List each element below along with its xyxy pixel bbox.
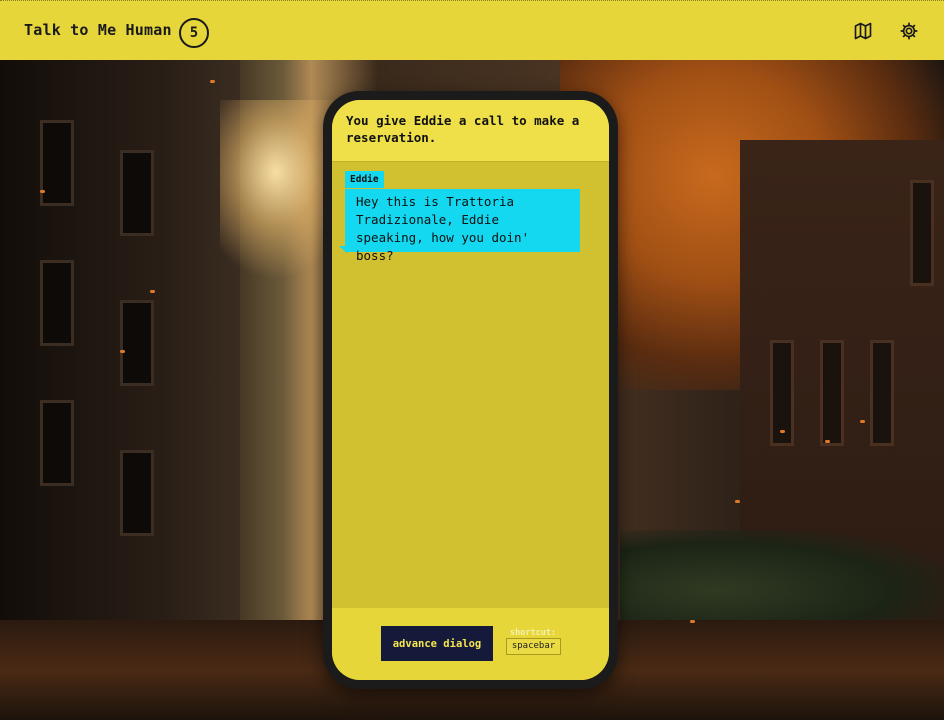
controls-panel: advance dialog shortcut: spacebar <box>332 608 609 680</box>
advance-dialog-button[interactable]: advance dialog <box>381 626 493 661</box>
narration-text: You give Eddie a call to make a reservat… <box>346 113 580 145</box>
phone-frame: You give Eddie a call to make a reservat… <box>323 91 618 689</box>
message-bubble: Hey this is Trattoria Tradizionale, Eddi… <box>345 189 580 263</box>
top-bar: Talk to Me Human 5 <box>0 0 944 60</box>
phone-screen: You give Eddie a call to make a reservat… <box>332 100 609 680</box>
speaker-tag: Eddie <box>345 171 384 188</box>
shortcut-key: spacebar <box>506 638 561 655</box>
shortcut-label: shortcut: <box>510 628 557 638</box>
level-badge: 5 <box>179 18 209 48</box>
app-title: Talk to Me Human <box>24 21 172 39</box>
map-icon[interactable] <box>853 21 873 41</box>
gear-icon[interactable] <box>899 21 919 41</box>
bubble-tail <box>339 246 347 253</box>
narration-panel: You give Eddie a call to make a reservat… <box>332 100 609 162</box>
